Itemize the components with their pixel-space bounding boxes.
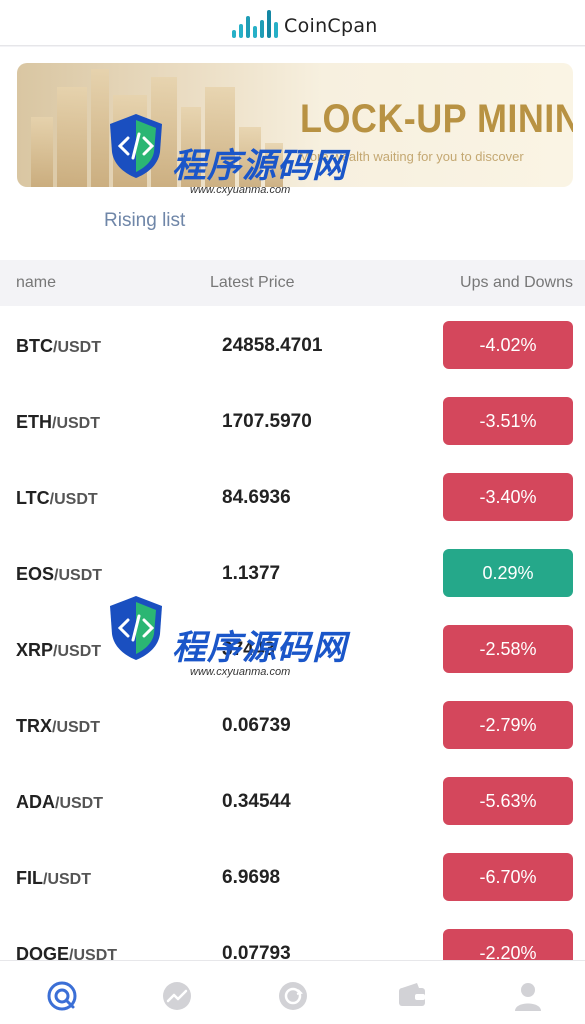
pair-label: DOGE/USDT — [16, 944, 117, 960]
latest-price: 6.9698 — [222, 867, 281, 888]
ticker-row-eos[interactable]: EOS/USDT 1.1377 0.29% — [0, 534, 585, 610]
wallet-icon — [399, 983, 425, 1006]
ticker-list: BTC/USDT 24858.4701 -4.02% ETH/USDT 1707… — [0, 306, 585, 960]
banner-section: LOCK-UP MINING More wealth waiting for y… — [0, 47, 585, 260]
ticker-row-btc[interactable]: BTC/USDT 24858.4701 -4.02% — [0, 306, 585, 382]
change-badge[interactable]: -2.79% — [443, 701, 573, 749]
latest-price: 0.34544 — [222, 791, 291, 812]
change-badge[interactable]: -3.40% — [443, 473, 573, 521]
user-icon — [515, 983, 541, 1011]
pair-label: ETH/USDT — [16, 412, 100, 433]
pair-quote: /USDT — [43, 871, 91, 888]
pair-quote: /USDT — [54, 567, 103, 584]
pair-quote: /USDT — [52, 719, 100, 736]
list-header: name Latest Price Ups and Downs — [0, 260, 585, 306]
pair-base: BTC — [16, 336, 53, 356]
tab-market[interactable] — [157, 979, 197, 1019]
pair-base: ETH — [16, 412, 52, 432]
home-icon — [47, 981, 77, 1011]
ticker-row-doge[interactable]: DOGE/USDT 0.07793 -2.20% — [0, 914, 585, 960]
column-ups-downs: Ups and Downs — [460, 274, 573, 291]
ticker-row-fil[interactable]: FIL/USDT 6.9698 -6.70% — [0, 838, 585, 914]
change-badge[interactable]: -5.63% — [443, 777, 573, 825]
change-badge[interactable]: 0.29% — [443, 549, 573, 597]
pair-quote: /USDT — [53, 339, 101, 356]
change-badge[interactable]: -2.58% — [443, 625, 573, 673]
pair-base: XRP — [16, 640, 54, 660]
logo-text: CoinCpan — [284, 15, 378, 37]
pair-base: EOS — [16, 564, 55, 584]
tab-trade[interactable] — [273, 979, 313, 1019]
tab-home[interactable] — [42, 979, 82, 1019]
pair-quote: /USDT — [55, 795, 103, 812]
pair-quote: /USDT — [53, 643, 102, 660]
pair-base: ADA — [16, 792, 55, 812]
pair-label: TRX/USDT — [16, 716, 100, 737]
pair-base: DOGE — [16, 944, 70, 960]
latest-price: 0.06739 — [222, 715, 291, 736]
pair-base: FIL — [16, 868, 43, 888]
pair-quote: /USDT — [52, 415, 100, 432]
pair-quote: /USDT — [69, 947, 118, 960]
trade-icon — [279, 982, 307, 1010]
latest-price: 1.1377 — [222, 563, 281, 584]
column-name: name — [16, 274, 57, 291]
pair-label: XRP/USDT — [16, 640, 101, 661]
bottom-tab-bar — [0, 960, 585, 1024]
promo-banner[interactable]: LOCK-UP MINING More wealth waiting for y… — [17, 63, 573, 187]
change-badge[interactable]: -4.02% — [443, 321, 573, 369]
trend-icon — [163, 982, 191, 1010]
pair-label: FIL/USDT — [16, 868, 91, 889]
ticker-row-xrp[interactable]: XRP/USDT 37443 -2.58% — [0, 610, 585, 686]
pair-quote: /USDT — [49, 491, 98, 508]
banner-title: LOCK-UP MINING — [300, 97, 573, 141]
pair-label: LTC/USDT — [16, 488, 98, 509]
tab-assets[interactable] — [392, 979, 432, 1019]
change-badge[interactable]: -3.51% — [443, 397, 573, 445]
latest-price: 84.6936 — [222, 487, 291, 508]
app-header: CoinCpan — [0, 0, 585, 46]
pair-base: TRX — [16, 716, 52, 736]
pair-label: ADA/USDT — [16, 792, 103, 813]
ticker-row-ltc[interactable]: LTC/USDT 84.6936 -3.40% — [0, 458, 585, 534]
tab-profile[interactable] — [508, 979, 548, 1019]
ticker-row-trx[interactable]: TRX/USDT 0.06739 -2.79% — [0, 686, 585, 762]
column-latest-price: Latest Price — [210, 274, 295, 291]
app-logo[interactable]: CoinCpan — [232, 4, 378, 42]
latest-price: 1707.5970 — [222, 411, 312, 432]
latest-price: 24858.4701 — [222, 335, 323, 356]
ticker-row-eth[interactable]: ETH/USDT 1707.5970 -3.51% — [0, 382, 585, 458]
ticker-row-ada[interactable]: ADA/USDT 0.34544 -5.63% — [0, 762, 585, 838]
change-badge[interactable]: -6.70% — [443, 853, 573, 901]
pair-label: EOS/USDT — [16, 564, 102, 585]
rising-list-title[interactable]: Rising list — [104, 210, 185, 232]
logo-bars-icon — [232, 8, 278, 38]
pair-base: LTC — [16, 488, 50, 508]
change-badge[interactable]: -2.20% — [443, 929, 573, 960]
latest-price: 0.07793 — [222, 943, 291, 960]
latest-price: 37443 — [222, 639, 275, 660]
pair-label: BTC/USDT — [16, 336, 101, 357]
banner-subtitle: More wealth waiting for you to discover — [299, 149, 524, 164]
